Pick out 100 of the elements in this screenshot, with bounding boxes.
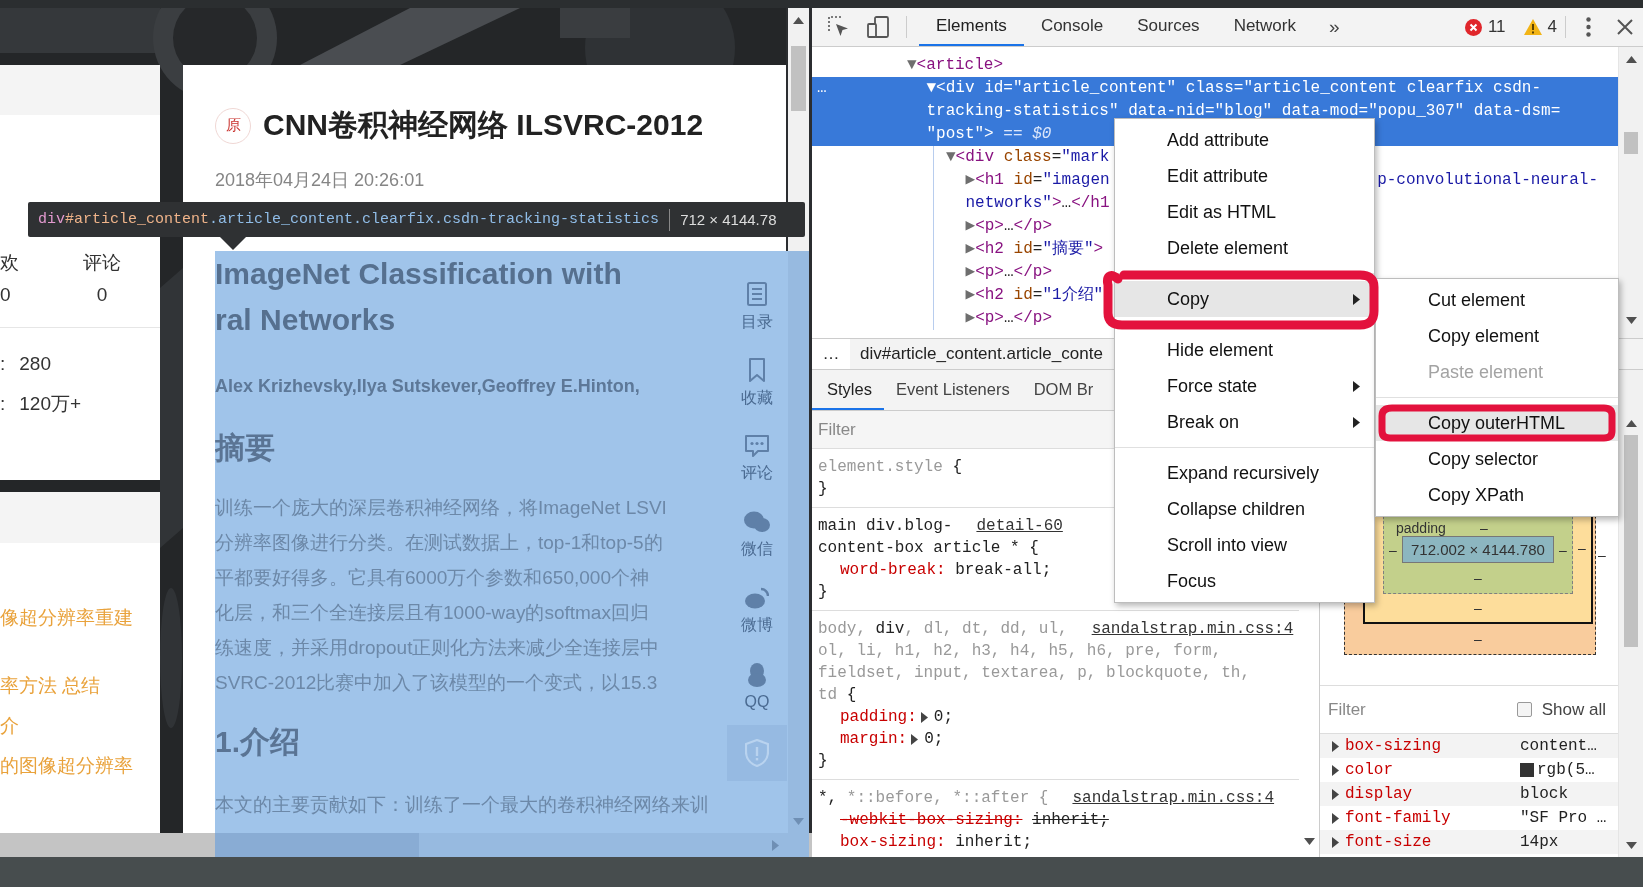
authors-line: Alex Krizhevsky,Ilya Sutskever,Geoffrey E.Hinton, — [215, 375, 640, 398]
filter-field[interactable]: Filter — [816, 414, 1020, 445]
css-value: break-all; — [955, 560, 1052, 581]
menu-item[interactable]: Focus — [1115, 563, 1374, 599]
scroll-thumb[interactable] — [1624, 132, 1638, 154]
css-value: 14px — [1520, 833, 1559, 851]
expand-arrow-icon[interactable] — [920, 711, 928, 723]
dom-node[interactable]: ▼<article> — [907, 54, 1024, 77]
scroll-up-icon[interactable] — [1625, 420, 1637, 427]
expand-arrow-icon[interactable] — [1332, 836, 1339, 848]
article-title: CNN卷积神经网络 ILSVRC-2012 — [263, 107, 704, 143]
error-count[interactable]: 11 — [1487, 17, 1506, 37]
css-brace: } — [818, 751, 828, 772]
submenu-arrow-icon — [1353, 380, 1360, 392]
panel-tab[interactable]: Console — [1023, 8, 1121, 46]
content-size: 712.002 × 4144.780 — [1402, 536, 1554, 563]
panel-tab[interactable]: Sources — [1120, 8, 1217, 46]
publish-date: 2018年04月24日 20:26:01 — [215, 169, 425, 192]
checkbox[interactable] — [1516, 702, 1532, 717]
sidebar-tab[interactable]: DOM Br — [1021, 370, 1106, 410]
stylesheet-link[interactable]: sandalstrap.min.css:4 — [1091, 618, 1294, 640]
section-heading: 1.介绍 — [215, 724, 301, 760]
padding-label: padding — [1396, 520, 1447, 536]
expand-arrow-icon[interactable] — [1332, 812, 1339, 824]
dom-node-tail: p-convolutional-neural- — [1377, 170, 1598, 191]
menu-item[interactable]: Expand recursively — [1115, 455, 1374, 491]
element-selector: div#article_content.article_content.clearfix.csdn-tracking-statistics — [38, 211, 660, 228]
margin-value: – — [1473, 630, 1483, 649]
menu-item[interactable]: Break on — [1115, 404, 1374, 440]
menu-item[interactable]: Copy selector — [1376, 441, 1618, 477]
stat-value: 0 — [96, 284, 108, 306]
info-value: 120万+ — [19, 392, 82, 416]
border-value: – — [1473, 599, 1483, 618]
expand-arrow-icon[interactable] — [911, 733, 919, 745]
paragraph-line: 化层，和三个全连接层且有1000-way的softmax回归 — [215, 601, 649, 625]
css-property: font-size — [1345, 833, 1433, 851]
css-property: color — [1345, 761, 1394, 779]
scroll-thumb[interactable] — [215, 833, 419, 857]
device-toolbar-icon[interactable] — [867, 16, 890, 38]
css-property: padding: — [840, 707, 917, 728]
menu-item[interactable]: Copy element — [1376, 318, 1618, 354]
breadcrumb-more-button[interactable]: … — [812, 339, 850, 369]
expand-arrow-icon[interactable] — [1332, 740, 1339, 752]
menu-item[interactable]: Delete element — [1115, 230, 1374, 266]
css-selector: content-box article * { — [818, 538, 1039, 559]
css-value: inherit; — [955, 832, 1033, 853]
stylesheet-link[interactable]: sandalstrap.min.css:4 — [1072, 787, 1275, 809]
stat-value: 0 — [0, 284, 11, 306]
bookmark-icon — [748, 357, 766, 382]
filter-field[interactable]: Filter — [1326, 694, 1500, 725]
paragraph-line: SVRC-2012比赛中加入了该模型的一个变式，以15.3 — [215, 671, 658, 695]
menu-item[interactable]: Edit as HTML — [1115, 194, 1374, 230]
stylesheet-link[interactable]: detail-60 — [976, 515, 1063, 537]
scroll-thumb[interactable] — [791, 46, 806, 111]
more-tabs-button[interactable]: » — [1325, 16, 1344, 38]
css-selector: body, div, dl, dt, dd, ul, — [818, 619, 1068, 640]
paragraph-line: 训练一个庞大的深层卷积神经网络，将ImageNet LSVI — [215, 496, 667, 520]
css-value: block — [1520, 785, 1568, 803]
panel-tab[interactable]: Elements — [919, 8, 1024, 46]
dom-node[interactable]: ▶<p>…</p> — [965, 261, 1072, 284]
submenu-arrow-icon — [1353, 293, 1360, 305]
dom-node[interactable]: ▶<p>…</p> — [965, 215, 1072, 238]
menu-item[interactable]: Force state — [1115, 368, 1374, 404]
close-icon[interactable] — [1617, 19, 1633, 35]
warning-count[interactable]: 4 — [1547, 17, 1557, 37]
dom-node[interactable]: ▶<p>…</p> — [965, 307, 1072, 330]
menu-item[interactable]: Scroll into view — [1115, 527, 1374, 563]
breadcrumb-item[interactable]: div#article_content.article_conte — [860, 344, 1103, 364]
stat-label: 欢 — [0, 251, 19, 275]
contents-icon — [747, 281, 767, 306]
paragraph-line: 分辨率图像进行分类。在测试数据上，top-1和top-5的 — [215, 531, 663, 555]
css-value: rgb(5… — [1537, 761, 1595, 779]
info-label: : — [0, 353, 6, 375]
menu-icon[interactable] — [1586, 17, 1591, 37]
info-value: 280 — [19, 353, 51, 375]
css-property: box-sizing: — [840, 832, 946, 853]
expand-arrow-icon[interactable] — [1332, 788, 1339, 800]
margin-value: – — [1597, 545, 1607, 565]
scroll-down-icon[interactable] — [1625, 317, 1637, 324]
inspect-icon[interactable] — [828, 16, 850, 38]
menu-item[interactable]: Cut element — [1376, 282, 1618, 318]
menu-item[interactable]: Hide element — [1115, 332, 1374, 368]
scroll-thumb[interactable] — [1624, 435, 1638, 647]
scroll-down-icon[interactable] — [1303, 838, 1315, 845]
paragraph-line: 本文的主要贡献如下：训练了一个最大的卷积神经网络来训 — [215, 793, 709, 817]
submenu-arrow-icon — [1353, 416, 1360, 428]
menu-item[interactable]: Collapse children — [1115, 491, 1374, 527]
expand-arrow-icon[interactable] — [1332, 764, 1339, 776]
scroll-up-icon[interactable] — [793, 17, 804, 24]
css-selector: td { — [818, 685, 857, 706]
padding-value: – — [1558, 540, 1568, 560]
menu-item[interactable]: Copy XPath — [1376, 477, 1618, 513]
css-selector: element.style { — [818, 457, 963, 478]
scroll-down-icon[interactable] — [1625, 842, 1637, 849]
menu-item[interactable]: Edit attribute — [1115, 158, 1374, 194]
panel-tab[interactable]: Network — [1216, 8, 1313, 46]
css-selector: main div.blog- — [818, 516, 953, 537]
css-value: 0; — [924, 729, 944, 750]
sidebar-tab[interactable]: Event Listeners — [883, 370, 1022, 410]
scroll-up-icon[interactable] — [1625, 56, 1637, 63]
